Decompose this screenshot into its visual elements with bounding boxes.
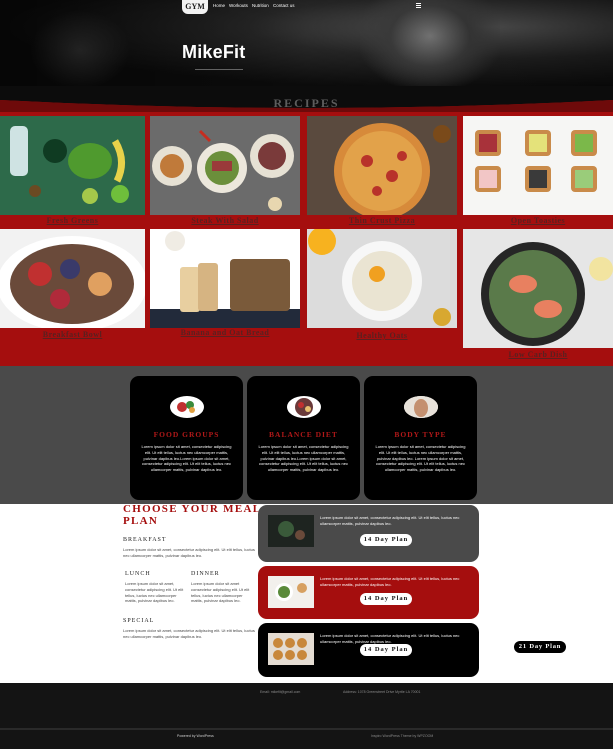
low-carb-image — [463, 229, 613, 348]
balance-diet-image — [287, 396, 321, 418]
site-logo[interactable]: GYM — [182, 0, 208, 14]
recipe-label[interactable]: Steak With Salad — [150, 216, 300, 225]
nav-nutrition[interactable]: Nutrition — [252, 3, 269, 8]
special-text: Lorem ipsum dolor sit amet, consectetur … — [123, 628, 255, 639]
footer — [0, 683, 613, 749]
nav-contact[interactable]: Contact us — [273, 3, 295, 8]
breakfast-heading: BREAKFAST — [123, 537, 167, 543]
hero-banner — [0, 0, 613, 90]
healthy-oats-image — [307, 229, 457, 328]
feature-text: Lorem ipsum dolor sit amet, consectetur … — [141, 444, 232, 473]
footer-powered[interactable]: Powered by WordPress — [177, 734, 214, 738]
body-type-image — [404, 396, 438, 418]
recipe-card-low-carb[interactable] — [463, 229, 613, 348]
recipe-label[interactable]: Banana and Oat Bread — [150, 328, 300, 337]
feature-title: BODY TYPE — [394, 430, 447, 439]
banana-bread-image — [150, 229, 300, 328]
plan-image — [268, 576, 314, 608]
plan-text: Lorem ipsum dolor sit amet, consectetur … — [320, 633, 460, 644]
recipe-label[interactable]: Open Toasties — [463, 216, 613, 225]
food-groups-image — [170, 396, 204, 418]
breakfast-bowl-image — [0, 229, 145, 328]
breakfast-text: Lorem ipsum dolor sit amet, consectetur … — [123, 547, 255, 558]
recipe-label[interactable]: Low Carb Dish — [463, 350, 613, 359]
recipe-card-banana-bread[interactable] — [150, 229, 300, 328]
lunch-heading: LUNCH — [125, 571, 151, 577]
plan-image — [268, 515, 314, 547]
toasties-image — [463, 116, 613, 215]
footer-email: Email: mikefit@gmail.com — [260, 690, 301, 694]
steak-salad-image — [150, 116, 300, 215]
special-heading: SPECIAL — [123, 618, 155, 624]
recipe-label[interactable]: Thin Crust Pizza — [307, 216, 457, 225]
recipe-card-toasties[interactable] — [463, 116, 613, 215]
recipes-title: RECIPES — [273, 96, 340, 110]
recipe-card-pizza[interactable] — [307, 116, 457, 215]
footer-address: Address: 1078 Greenstreet Drive Myrtle L… — [343, 690, 421, 694]
fresh-greens-image — [0, 116, 145, 215]
feature-title: BALANCE DIET — [269, 430, 338, 439]
plan-button[interactable]: 14 Day Plan — [360, 534, 412, 546]
dinner-heading: DINNER — [191, 571, 220, 577]
feature-text: Lorem ipsum dolor sit amet, consectetur … — [258, 444, 349, 473]
pizza-image — [307, 116, 457, 215]
21-day-plan-button[interactable]: 21 Day Plan — [514, 641, 566, 653]
nav-home[interactable]: Home — [213, 3, 225, 8]
plan-button[interactable]: 14 Day Plan — [360, 644, 412, 656]
dinner-text: Lorem ipsum dolor sit amet consectetur a… — [191, 581, 250, 604]
recipe-card-steak-salad[interactable] — [150, 116, 300, 215]
hero-title: MikeFit — [182, 42, 246, 62]
meal-plan-title: CHOOSE YOUR MEAL PLAN — [123, 503, 261, 528]
footer-divider — [0, 728, 613, 730]
plan-text: Lorem ipsum dolor sit amet, consectetur … — [320, 515, 460, 526]
plan-button[interactable]: 14 Day Plan — [360, 593, 412, 605]
hero-divider — [195, 69, 243, 70]
recipe-label[interactable]: Healthy Oats — [307, 331, 457, 340]
recipe-label[interactable]: Fresh Greens — [0, 216, 145, 225]
recipe-card-fresh-greens[interactable] — [0, 116, 145, 215]
feature-title: FOOD GROUPS — [153, 430, 220, 439]
plan-text: Lorem ipsum dolor sit amet, consectetur … — [320, 576, 460, 587]
recipe-card-breakfast-bowl[interactable] — [0, 229, 145, 328]
plan-image — [268, 633, 314, 665]
recipe-card-healthy-oats[interactable] — [307, 229, 457, 328]
feature-text: Lorem ipsum dolor sit amet, consectetur … — [375, 444, 466, 473]
footer-theme[interactable]: Inspiro WordPress Theme by WPZOOM — [371, 734, 433, 738]
nav-workouts[interactable]: Workouts — [229, 3, 248, 8]
menu-icon[interactable] — [416, 3, 421, 8]
recipe-label[interactable]: Breakfast Bowl — [0, 330, 145, 339]
lunch-text: Lorem ipsum dolor sit amet, consectetur … — [125, 581, 184, 604]
